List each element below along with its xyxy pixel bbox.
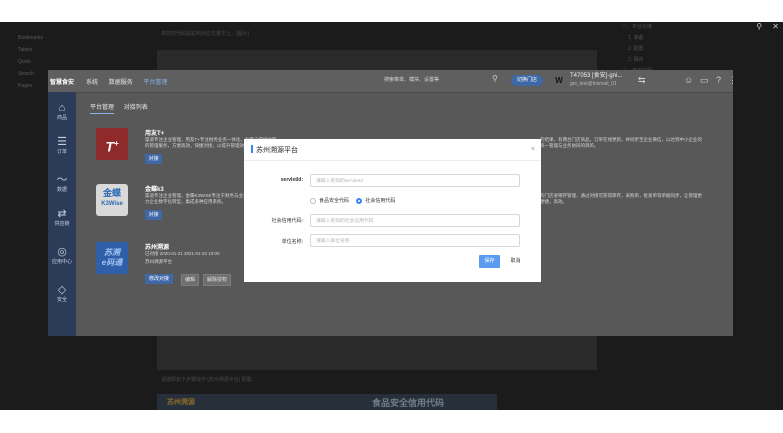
banner-left-text: 苏州溯源 <box>167 399 195 406</box>
suzhou-logo: 苏溯 e码通 <box>96 242 128 274</box>
app-nav: 系统 数据服务 平台管理 <box>86 77 176 86</box>
rail-label: 商品 <box>56 115 67 121</box>
outline-item[interactable]: 3. 保存 <box>622 55 732 66</box>
servlet-input[interactable]: 请输入有效的servletId <box>310 174 520 187</box>
search-icon[interactable]: ⚲ <box>756 22 762 31</box>
app-search-input[interactable]: 搜索菜单、模块、设置等 <box>384 76 494 86</box>
card-desc-right: 的结果，有两台门店商品，订单在线更新，并同步至企业微信，以达到中小企业的统一管理… <box>540 137 702 148</box>
suzhou-logo-mark: 苏溯 e码通 <box>101 248 123 267</box>
account-logo-icon: W <box>555 76 563 85</box>
order-icon: ☰ <box>57 136 67 148</box>
tab-bar: 平台管理 对接列表 <box>90 102 156 114</box>
banner-right-text: 食品安全信用代码 <box>372 398 445 408</box>
outline-item[interactable]: 2. 配置 <box>622 44 732 55</box>
bottom-white-strip <box>0 410 783 433</box>
dialog-divider <box>244 160 541 161</box>
outline-item[interactable]: 1. 准备 <box>622 33 732 44</box>
app-icon: ◎ <box>57 246 67 258</box>
account-info[interactable]: T47053 [食安]-gni... gni_test@foxmail_01 <box>570 72 622 88</box>
kingdee-logo: 金蝶 K3Wise <box>96 184 128 216</box>
card-title: 苏州溯源 <box>145 245 170 251</box>
tab-list[interactable]: 对接列表 <box>124 105 148 111</box>
swap-icon[interactable]: ⇆ <box>638 75 646 86</box>
rail-label: 应用中心 <box>51 259 72 265</box>
save-button[interactable]: 保存 <box>479 255 500 268</box>
rail-label: 安全 <box>56 297 67 303</box>
dialog-title: 苏州溯源平台 <box>251 145 298 154</box>
nav-item[interactable]: 系统 <box>86 80 98 86</box>
servlet-label: servletId: <box>280 177 303 183</box>
radio-label: 食品安全代码 <box>319 198 350 204</box>
revoke-button[interactable]: 解除授权 <box>203 274 231 286</box>
cancel-button[interactable]: 取消 <box>505 255 526 268</box>
switch-store-button[interactable]: 切换门店 <box>511 75 543 86</box>
rail-label: 供应链 <box>54 221 70 227</box>
unit-name-label: 单位名称: <box>281 239 303 245</box>
tplus-logo-mark: T+ <box>105 138 119 155</box>
edit-button[interactable]: 编辑 <box>181 274 199 286</box>
tab-platform[interactable]: 平台管理 <box>90 105 115 114</box>
search-icon[interactable]: ⚲ <box>492 74 498 83</box>
nav-item-active[interactable]: 平台管理 <box>143 80 167 86</box>
radio-circle-selected <box>356 197 363 204</box>
rail-item[interactable]: ⇄ 供应链 <box>48 208 76 227</box>
message-icon[interactable]: ▭ <box>700 75 709 86</box>
rail-item[interactable]: ◇ 安全 <box>48 284 76 303</box>
edit-connection-button[interactable]: 修改对接 <box>145 274 173 284</box>
doc-line: 请按照如下步骤操作 [苏州溯源平台] 配置。 <box>161 377 257 383</box>
suzhou-dialog: 苏州溯源平台 × servletId: 请输入有效的servletId 食品安全… <box>244 139 541 282</box>
corner-tools: ⚲ ✕ <box>748 22 779 31</box>
rail-item[interactable]: ☰ 订单 <box>48 136 76 155</box>
account-name: T47053 [食安]-gni... <box>570 73 623 79</box>
code-type-radio-group: 食品安全代码 社会信用代码 <box>310 197 401 204</box>
card-desc-right: 的门店进销存管理，通过对接可获得库存，采购单，批发单等单据同步，让管理更便捷，高… <box>540 193 702 204</box>
card-title: 用友T+ <box>145 131 165 137</box>
radio-label: 社会信用代码 <box>365 198 396 204</box>
help-icon[interactable]: ? <box>716 75 721 85</box>
rail-label: 数据 <box>56 187 67 193</box>
doc-sidebar-item[interactable]: Bookmarks <box>18 32 53 44</box>
close-icon[interactable]: × <box>531 146 535 153</box>
close-icon[interactable]: ✕ <box>772 22 779 31</box>
top-white-strip <box>0 0 783 22</box>
radio-circle <box>310 197 316 204</box>
kingdee-logo-mark: 金蝶 K3Wise <box>101 188 123 208</box>
connect-button[interactable]: 对接 <box>145 210 162 220</box>
tplus-logo: T+ <box>96 128 128 160</box>
people-icon[interactable]: ☺ <box>684 75 693 85</box>
rail-item[interactable]: ◎ 应用中心 <box>48 246 76 265</box>
connect-button[interactable]: 对接 <box>145 154 162 164</box>
app-header: 智慧食安 系统 数据服务 平台管理 搜索菜单、模块、设置等 ⚲ 切换门店 W T… <box>48 70 733 93</box>
rail-item[interactable]: ⌂ 商品 <box>48 102 76 121</box>
more-icon[interactable]: ⋮ <box>728 75 733 86</box>
rail-item[interactable]: 〜数据 <box>48 174 76 193</box>
shield-icon: ◇ <box>57 284 67 296</box>
doc-banner: 苏州溯源 食品安全信用代码 <box>157 394 497 410</box>
store-icon: ⌂ <box>58 102 66 114</box>
rail-label: 订单 <box>56 149 67 155</box>
app-brand: 智慧食安 <box>50 80 75 86</box>
app-rail: ⌂ 商品 ☰ 订单 〜数据 ⇄ 供应链 ◎ 应用中心 ◇ 安全 <box>48 92 76 336</box>
doc-sidebar-item[interactable]: Tables <box>18 44 53 56</box>
account-sub: gni_test@foxmail_01 <box>570 81 617 87</box>
credit-code-input[interactable]: 请输入有效的社会信用代码 <box>310 214 520 227</box>
unit-name-input[interactable]: 请输入单位名称 <box>310 234 520 247</box>
radio-food-safety[interactable]: 食品安全代码 <box>310 197 350 204</box>
outline-item[interactable]: 一、平台对接 <box>622 22 732 33</box>
card-title: 金蝶k3 <box>145 187 164 193</box>
flow-icon: ⇄ <box>57 208 67 220</box>
doc-line: 将您的代码粘贴到对应位置中上。[图片] <box>161 31 249 37</box>
credit-code-label: 社会信用代码: <box>271 218 303 224</box>
doc-sidebar-item[interactable]: Quick <box>18 56 53 68</box>
doc-outline: 一、平台对接 1. 准备 2. 配置 3. 保存 二、其他说明 <box>622 22 732 77</box>
nav-item[interactable]: 数据服务 <box>109 80 133 86</box>
radio-credit-code[interactable]: 社会信用代码 <box>356 197 396 204</box>
data-icon: 〜 <box>56 174 68 186</box>
